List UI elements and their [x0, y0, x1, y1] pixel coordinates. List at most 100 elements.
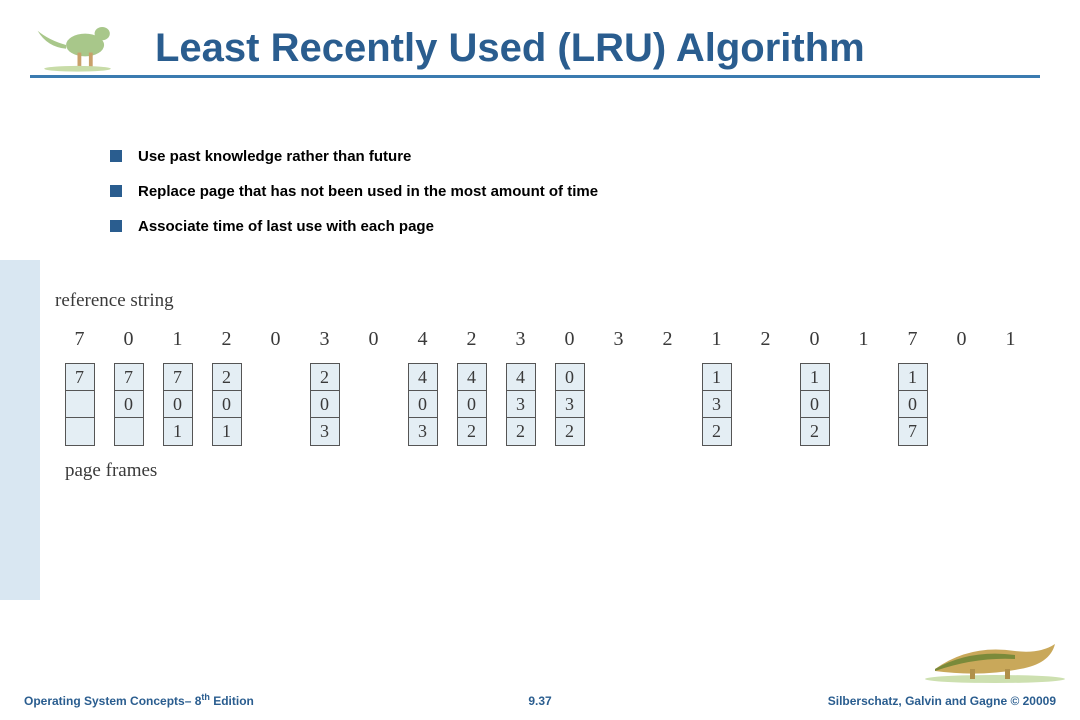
frame-column: 403 — [398, 363, 447, 446]
frame-slot: 0 — [213, 391, 241, 418]
frame-slot: 7 — [899, 418, 927, 445]
slide-footer: Operating System Concepts– 8th Edition 9… — [0, 676, 1080, 720]
reference-value: 2 — [202, 328, 251, 351]
decorative-sidebar — [0, 260, 40, 600]
frame-slot: 0 — [556, 364, 584, 391]
footer-left: Operating System Concepts– 8th Edition — [24, 692, 368, 708]
reference-value: 2 — [447, 328, 496, 351]
frame-slot: 4 — [507, 364, 535, 391]
frame-stack: 70 — [114, 363, 144, 446]
reference-value: 0 — [104, 328, 153, 351]
frame-stack: 201 — [212, 363, 242, 446]
reference-value: 1 — [692, 328, 741, 351]
reference-value: 0 — [545, 328, 594, 351]
frame-column: 132 — [692, 363, 741, 446]
reference-value: 7 — [55, 328, 104, 351]
frame-column — [594, 363, 643, 446]
frame-stack: 102 — [800, 363, 830, 446]
frame-stack: 403 — [408, 363, 438, 446]
frame-slot: 1 — [164, 418, 192, 445]
frame-stack: 701 — [163, 363, 193, 446]
frame-slot: 3 — [507, 391, 535, 418]
content-area: Use past knowledge rather than future Re… — [0, 78, 1080, 235]
frame-column — [349, 363, 398, 446]
frame-slot — [115, 418, 143, 445]
reference-value: 0 — [349, 328, 398, 351]
frame-column: 107 — [888, 363, 937, 446]
footer-page-number: 9.37 — [368, 694, 712, 708]
frame-stack: 107 — [898, 363, 928, 446]
frame-slot: 1 — [801, 364, 829, 391]
frame-slot: 2 — [311, 364, 339, 391]
frame-column: 70 — [104, 363, 153, 446]
reference-value: 2 — [643, 328, 692, 351]
frame-stack: 203 — [310, 363, 340, 446]
frame-column — [839, 363, 888, 446]
frame-slot: 2 — [507, 418, 535, 445]
frame-column — [937, 363, 986, 446]
frame-slot: 4 — [458, 364, 486, 391]
reference-value: 2 — [741, 328, 790, 351]
reference-value: 1 — [153, 328, 202, 351]
frame-slot: 0 — [164, 391, 192, 418]
frame-slot: 7 — [66, 364, 94, 391]
frame-stack: 432 — [506, 363, 536, 446]
frame-slot: 2 — [801, 418, 829, 445]
reference-value: 7 — [888, 328, 937, 351]
frame-slot: 1 — [213, 418, 241, 445]
footer-edition-suffix: Edition — [210, 694, 254, 708]
frame-stack: 132 — [702, 363, 732, 446]
frame-slot: 2 — [556, 418, 584, 445]
slide-title: Least Recently Used (LRU) Algorithm — [155, 26, 865, 75]
page-frames-label: page frames — [65, 460, 1060, 482]
frame-slot: 1 — [703, 364, 731, 391]
reference-string-label: reference string — [55, 290, 1060, 312]
reference-value: 0 — [937, 328, 986, 351]
frame-column — [643, 363, 692, 446]
frame-slot: 0 — [801, 391, 829, 418]
frame-slot: 0 — [458, 391, 486, 418]
frame-column: 402 — [447, 363, 496, 446]
bullet-item: Use past knowledge rather than future — [110, 148, 1040, 165]
reference-string-row: 70120304230321201701 — [55, 328, 1060, 351]
frame-slot: 3 — [311, 418, 339, 445]
reference-value: 1 — [986, 328, 1035, 351]
reference-value: 1 — [839, 328, 888, 351]
title-row: Least Recently Used (LRU) Algorithm — [0, 0, 1080, 75]
frame-slot: 2 — [703, 418, 731, 445]
frame-slot: 2 — [458, 418, 486, 445]
frame-slot: 3 — [556, 391, 584, 418]
frame-slot — [66, 418, 94, 445]
frame-slot: 0 — [311, 391, 339, 418]
frame-stack: 032 — [555, 363, 585, 446]
bullet-item: Associate time of last use with each pag… — [110, 218, 1040, 235]
frame-slot: 0 — [115, 391, 143, 418]
frame-column — [251, 363, 300, 446]
frame-stack: 402 — [457, 363, 487, 446]
frame-slot: 3 — [703, 391, 731, 418]
frame-column: 032 — [545, 363, 594, 446]
footer-edition-sup: th — [201, 692, 210, 702]
frame-slot: 3 — [409, 418, 437, 445]
reference-value: 3 — [594, 328, 643, 351]
lru-diagram: reference string 70120304230321201701 77… — [55, 290, 1060, 482]
reference-value: 4 — [398, 328, 447, 351]
reference-value: 0 — [251, 328, 300, 351]
frame-column — [986, 363, 1035, 446]
footer-book-title: Operating System Concepts– 8 — [24, 694, 201, 708]
frame-slot: 7 — [115, 364, 143, 391]
frame-column: 701 — [153, 363, 202, 446]
frame-slot: 2 — [213, 364, 241, 391]
frame-slot: 4 — [409, 364, 437, 391]
frame-slot: 1 — [899, 364, 927, 391]
dinosaur-icon — [30, 15, 125, 75]
reference-value: 3 — [300, 328, 349, 351]
frame-column: 201 — [202, 363, 251, 446]
footer-copyright: Silberschatz, Galvin and Gagne © 20009 — [712, 694, 1056, 708]
frame-column: 102 — [790, 363, 839, 446]
frame-slot: 7 — [164, 364, 192, 391]
frame-slot: 0 — [409, 391, 437, 418]
reference-value: 3 — [496, 328, 545, 351]
frame-column: 7 — [55, 363, 104, 446]
frame-slot — [66, 391, 94, 418]
